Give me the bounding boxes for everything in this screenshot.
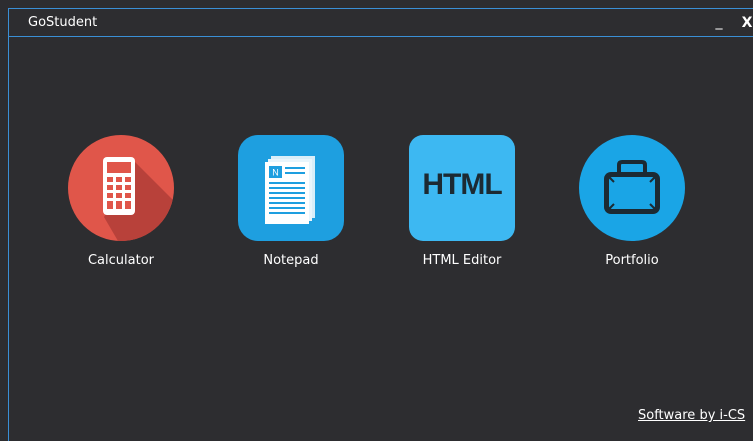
credits-link[interactable]: Software by i-CS	[638, 408, 745, 423]
window-title: GoStudent	[28, 15, 98, 30]
svg-text:N: N	[272, 168, 279, 178]
app-notepad[interactable]: N Notepad	[231, 135, 351, 285]
title-bar: GoStudent _ X	[9, 9, 753, 37]
app-label-notepad: Notepad	[263, 253, 319, 268]
notepad-icon: N	[238, 135, 344, 241]
app-label-html-editor: HTML Editor	[422, 253, 502, 268]
app-calculator[interactable]: Calculator	[61, 135, 181, 285]
calculator-icon	[68, 135, 174, 241]
close-button[interactable]: X	[739, 14, 753, 32]
app-label-portfolio: Portfolio	[605, 253, 659, 268]
html-icon-text: HTML	[422, 168, 502, 201]
app-portfolio[interactable]: Portfolio	[572, 135, 692, 285]
minimize-button[interactable]: _	[710, 13, 728, 31]
html-icon: HTML	[409, 135, 515, 241]
app-html-editor[interactable]: HTML HTML Editor	[402, 135, 522, 285]
app-window: GoStudent _ X Calculator N Notepad HTML …	[8, 8, 753, 441]
portfolio-icon	[579, 135, 685, 241]
app-label-calculator: Calculator	[87, 253, 154, 268]
